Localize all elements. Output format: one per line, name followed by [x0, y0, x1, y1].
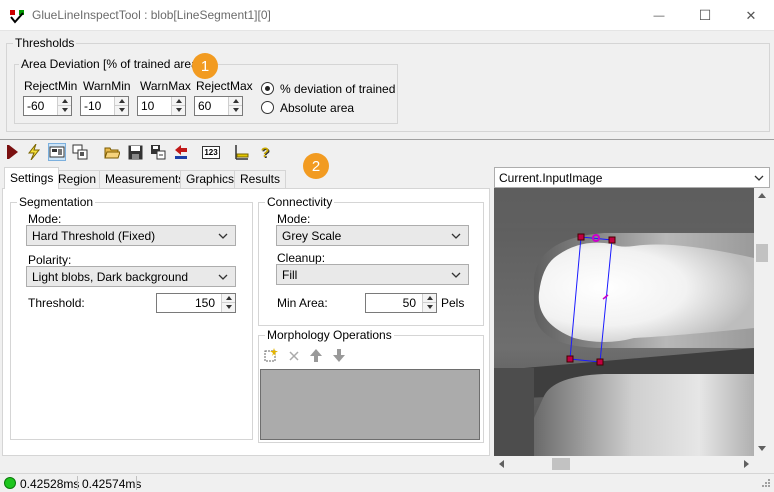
save-as-icon[interactable] — [149, 143, 167, 161]
spin-up-icon[interactable] — [115, 97, 128, 106]
app-icon — [9, 8, 25, 24]
vertical-scrollbar[interactable] — [754, 188, 770, 456]
deviation-trained-label[interactable]: % deviation of trained — [280, 82, 395, 96]
close-button[interactable]: ✕ — [728, 0, 774, 31]
image-selector[interactable]: Current.InputImage — [494, 167, 770, 188]
warn-min-stepper[interactable]: -10 — [80, 96, 129, 116]
segmentation-title: Segmentation — [19, 195, 94, 209]
scroll-left-icon[interactable] — [498, 460, 504, 468]
vertical-scroll-thumb[interactable] — [756, 244, 768, 262]
absolute-area-label[interactable]: Absolute area — [280, 101, 354, 115]
reject-max-stepper[interactable]: 60 — [194, 96, 243, 116]
tab-results[interactable]: Results — [234, 170, 287, 188]
spin-down-icon[interactable] — [229, 106, 242, 115]
seg-mode-label: Mode: — [28, 212, 62, 226]
resize-grip-icon[interactable] — [760, 479, 770, 489]
deviation-trained-radio[interactable] — [261, 82, 274, 95]
total-run-time: 0.42574ms — [82, 477, 142, 491]
chevron-down-icon — [451, 269, 461, 283]
reject-min-label: RejectMin — [24, 79, 78, 93]
reject-max-label: RejectMax — [196, 79, 253, 93]
spin-down-icon[interactable] — [222, 303, 235, 312]
spin-down-icon[interactable] — [172, 106, 185, 115]
reset-icon[interactable] — [172, 143, 190, 161]
spin-down-icon[interactable] — [423, 303, 436, 312]
connectivity-title: Connectivity — [267, 195, 333, 209]
run-icon[interactable] — [4, 143, 22, 161]
move-up-icon[interactable] — [309, 348, 323, 363]
delete-icon[interactable] — [287, 349, 301, 363]
morphology-list[interactable] — [260, 369, 480, 440]
splitter[interactable] — [0, 139, 774, 140]
thresholds-title: Thresholds — [15, 36, 75, 50]
status-ok-icon — [4, 477, 16, 489]
status-divider — [136, 476, 137, 490]
minimize-button[interactable]: — — [636, 0, 682, 31]
help-icon[interactable]: ? — [256, 143, 274, 161]
spin-down-icon[interactable] — [58, 106, 71, 115]
threshold-label: Threshold: — [28, 296, 85, 310]
input-image — [494, 188, 754, 456]
tab-region[interactable]: Region — [52, 170, 103, 188]
add-operation-icon[interactable] — [263, 348, 278, 363]
warn-max-stepper[interactable]: 10 — [137, 96, 186, 116]
warn-min-label: WarnMin — [83, 79, 131, 93]
tab-graphics[interactable]: Graphics — [180, 170, 241, 188]
spin-up-icon[interactable] — [229, 97, 242, 106]
window-title: GlueLineInspectTool : blob[LineSegment1]… — [32, 8, 271, 22]
threshold-stepper[interactable]: 150 — [156, 293, 236, 313]
tab-measurements[interactable]: Measurements — [99, 170, 191, 188]
counter-icon[interactable]: 123 — [202, 143, 220, 161]
spin-down-icon[interactable] — [115, 106, 128, 115]
callout-badge-2: 2 — [303, 153, 329, 179]
reject-min-stepper[interactable]: -60 — [23, 96, 72, 116]
save-icon[interactable] — [126, 143, 144, 161]
chevron-down-icon — [451, 230, 461, 244]
maximize-icon: ☐ — [698, 7, 712, 23]
min-area-stepper[interactable]: 50 — [365, 293, 437, 313]
chevron-down-icon — [754, 172, 764, 186]
electric-run-icon[interactable] — [25, 143, 43, 161]
scroll-right-icon[interactable] — [744, 460, 750, 468]
spin-up-icon[interactable] — [172, 97, 185, 106]
min-area-unit: Pels — [441, 296, 465, 310]
title-bar: GlueLineInspectTool : blob[LineSegment1]… — [0, 0, 774, 31]
move-down-icon[interactable] — [332, 348, 346, 363]
polarity-select[interactable]: Light blobs, Dark background — [26, 266, 236, 287]
image-display[interactable] — [494, 188, 754, 456]
chevron-down-icon — [218, 230, 228, 244]
polarity-label: Polarity: — [28, 253, 72, 267]
horizontal-scroll-thumb[interactable] — [552, 458, 570, 470]
seg-mode-select[interactable]: Hard Threshold (Fixed) — [26, 225, 236, 246]
min-area-label: Min Area: — [277, 296, 328, 310]
warn-max-label: WarnMax — [140, 79, 191, 93]
cleanup-label: Cleanup: — [277, 251, 326, 265]
spin-up-icon[interactable] — [423, 294, 436, 303]
maximize-button[interactable]: ☐ — [682, 0, 728, 31]
callout-badge-1: 1 — [192, 53, 218, 79]
spin-up-icon[interactable] — [222, 294, 235, 303]
ruler-icon[interactable] — [233, 143, 251, 161]
open-folder-icon[interactable] — [103, 143, 121, 161]
chevron-down-icon — [218, 271, 228, 285]
scroll-up-icon[interactable] — [758, 192, 766, 198]
morphology-title: Morphology Operations — [267, 328, 392, 342]
conn-mode-select[interactable]: Grey Scale — [276, 225, 469, 246]
close-icon: ✕ — [745, 7, 757, 23]
cleanup-select[interactable]: Fill — [276, 264, 469, 285]
scroll-down-icon[interactable] — [758, 446, 766, 452]
horizontal-scrollbar[interactable] — [494, 456, 754, 472]
show-display-icon[interactable] — [48, 143, 66, 161]
last-run-time: 0.42528ms — [20, 477, 80, 491]
minimize-icon: — — [653, 9, 665, 22]
absolute-area-radio[interactable] — [261, 101, 274, 114]
status-divider — [77, 476, 78, 490]
tab-settings[interactable]: Settings — [4, 167, 60, 189]
status-bar: 0.42528ms 0.42574ms — [0, 473, 774, 492]
area-deviation-title: Area Deviation [% of trained area] — [21, 57, 202, 71]
spin-up-icon[interactable] — [58, 97, 71, 106]
copy-image-icon[interactable] — [71, 143, 89, 161]
conn-mode-label: Mode: — [277, 212, 311, 226]
